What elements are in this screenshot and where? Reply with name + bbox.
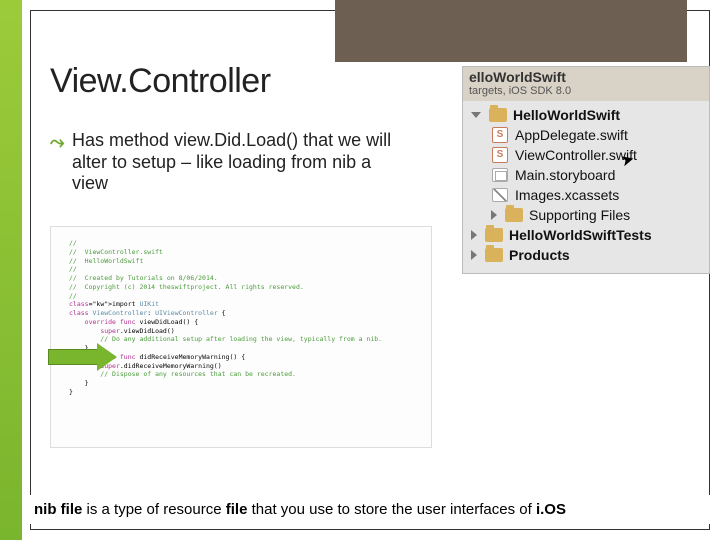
navigator-item[interactable]: Supporting Files	[469, 205, 705, 225]
navigator-item[interactable]: HelloWorldSwiftTests	[469, 225, 705, 245]
navigator-header: elloWorldSwift targets, iOS SDK 8.0	[463, 67, 709, 101]
navigator-item[interactable]: Images.xcassets	[469, 185, 705, 205]
footer-text-2: that you use to store the user interface…	[247, 501, 536, 518]
navigator-item-label: Main.storyboard	[515, 167, 615, 183]
folder-icon	[485, 227, 503, 243]
folder-icon	[489, 107, 507, 123]
bullet-text: Has method view.Did.Load() that we will …	[72, 130, 392, 195]
footer-bold-1: nib file	[34, 501, 82, 518]
swift-file-icon: S	[491, 147, 509, 163]
chevron-right-icon[interactable]	[491, 210, 497, 220]
folder-icon	[505, 207, 523, 223]
callout-arrow	[48, 343, 118, 371]
navigator-item-label: Images.xcassets	[515, 187, 619, 203]
navigator-item[interactable]: S AppDelegate.swift	[469, 125, 705, 145]
project-name: elloWorldSwift	[469, 69, 703, 85]
chevron-right-icon[interactable]	[471, 230, 477, 240]
navigator-item[interactable]: Main.storyboard	[469, 165, 705, 185]
navigator-item-label: HelloWorldSwiftTests	[509, 227, 652, 243]
footer-note: nib file is a type of resource file that…	[22, 495, 720, 524]
navigator-item[interactable]: Products	[469, 245, 705, 265]
chevron-down-icon[interactable]	[471, 112, 481, 118]
assets-icon	[491, 187, 509, 203]
arrow-head-icon	[97, 343, 117, 371]
footer-bold-2: file	[226, 501, 248, 518]
folder-icon	[485, 247, 503, 263]
arrow-body	[48, 349, 98, 365]
navigator-item[interactable]: HelloWorldSwift	[469, 105, 705, 125]
storyboard-icon	[491, 167, 509, 183]
navigator-item-label: HelloWorldSwift	[513, 107, 620, 123]
slide: View.Controller ⤳ Has method view.Did.Lo…	[0, 0, 720, 540]
navigator-item-label: Products	[509, 247, 570, 263]
navigator-item-label: AppDelegate.swift	[515, 127, 628, 143]
navigator-item[interactable]: SViewController.swift	[469, 145, 705, 165]
slide-title: View.Controller	[50, 62, 271, 101]
chevron-right-icon[interactable]	[471, 250, 477, 260]
footer-bold-3: i.OS	[536, 501, 566, 518]
bullet-glyph-icon: ⤳	[50, 132, 64, 153]
navigator-item-label: Supporting Files	[529, 207, 630, 223]
top-brown-block	[335, 0, 687, 62]
code-editor-screenshot: //// ViewController.swift// HelloWorldSw…	[50, 226, 432, 448]
navigator-tree: HelloWorldSwiftSAppDelegate.swiftSViewCo…	[463, 101, 709, 273]
left-accent-bar	[0, 0, 22, 540]
project-navigator: elloWorldSwift targets, iOS SDK 8.0 Hell…	[462, 66, 710, 274]
project-subtitle: targets, iOS SDK 8.0	[469, 85, 703, 97]
swift-file-icon: S	[491, 127, 509, 143]
footer-text-1: is a type of resource	[82, 501, 225, 518]
